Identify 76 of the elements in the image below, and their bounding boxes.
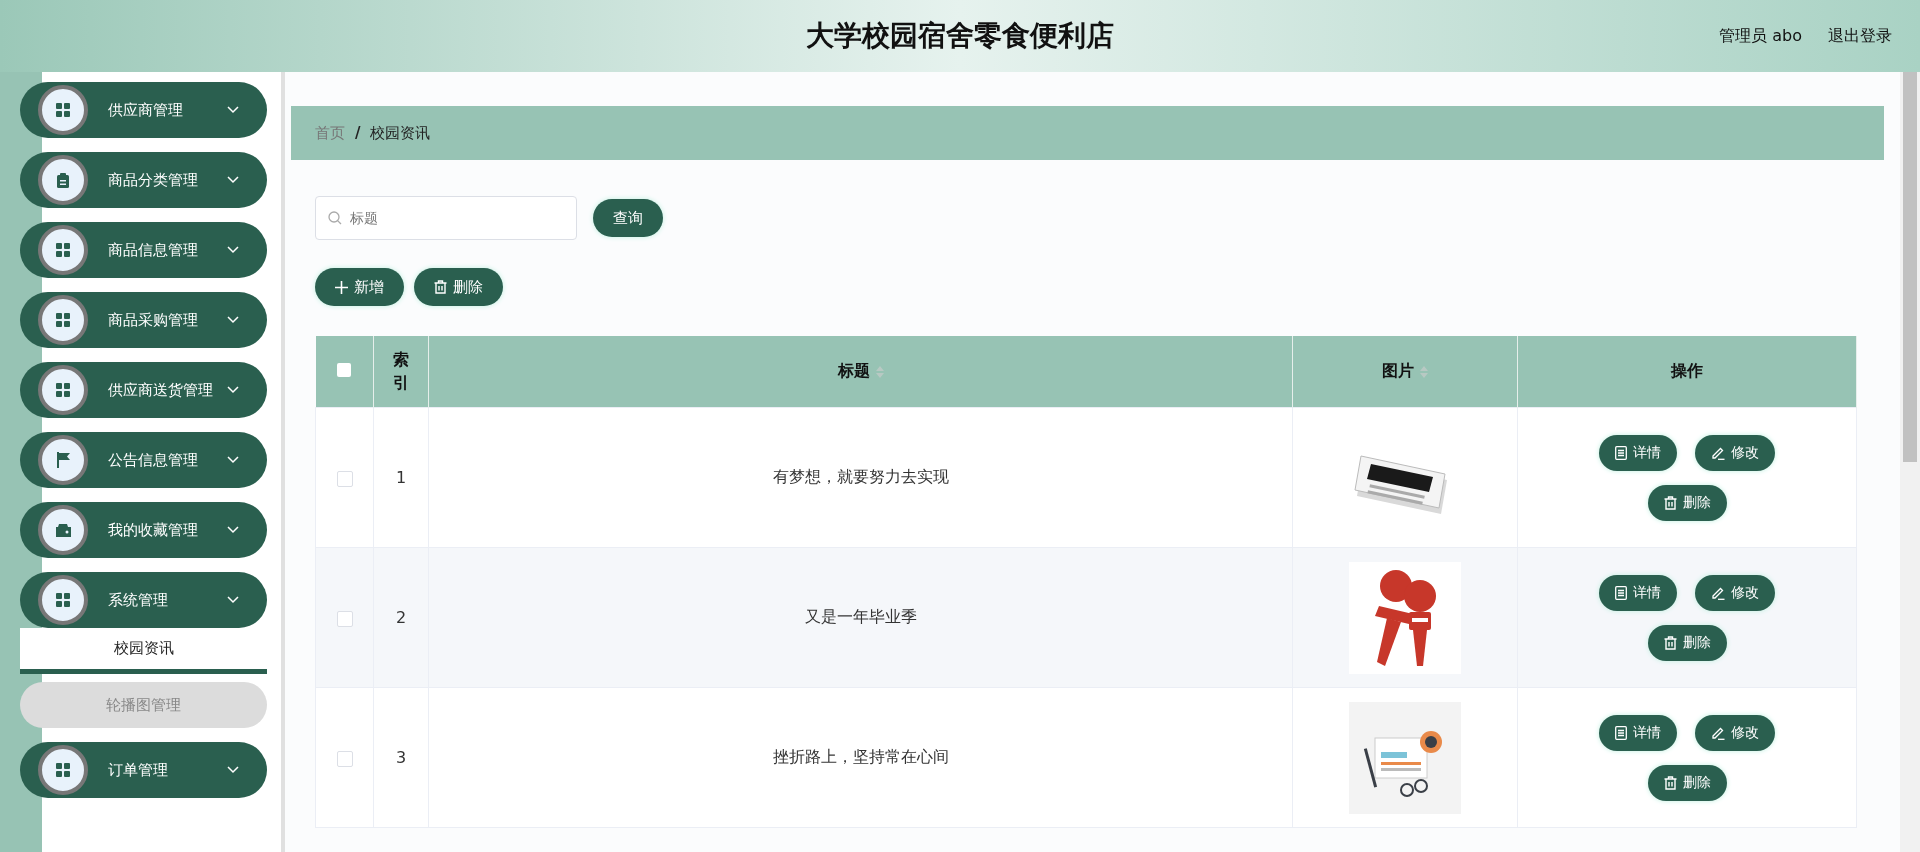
grid-icon [56, 103, 70, 117]
delete-button[interactable]: 删除 [1647, 624, 1727, 661]
clipboard-icon [57, 172, 69, 188]
document-icon [1615, 445, 1627, 460]
grid-icon [56, 313, 70, 327]
row-checkbox[interactable] [336, 610, 353, 627]
details-button[interactable]: 详情 [1599, 714, 1677, 751]
grid-icon [56, 243, 70, 257]
search-button[interactable]: 查询 [593, 199, 663, 237]
sidebar-item[interactable]: 我的收藏管理 [20, 502, 267, 558]
document-icon [1615, 725, 1627, 740]
select-all-checkbox[interactable] [337, 363, 352, 377]
chevron-down-icon [227, 386, 239, 394]
trash-icon [434, 280, 447, 294]
wallet-icon [55, 523, 71, 537]
column-header: 索引 [392, 349, 410, 394]
sidebar-item[interactable]: 商品信息管理 [20, 222, 267, 278]
document-icon [1615, 585, 1627, 600]
delete-button[interactable]: 删除 [1647, 764, 1727, 801]
sidebar-item[interactable]: 供应商送货管理 [20, 362, 267, 418]
news-title: 挫折路上，坚持常在心间 [772, 747, 949, 766]
sidebar-item[interactable]: 商品分类管理 [20, 152, 267, 208]
delete-button[interactable]: 删除 [414, 268, 503, 306]
column-header: 图片 [1382, 361, 1414, 380]
sidebar-item[interactable]: 公告信息管理 [20, 432, 267, 488]
news-title: 有梦想，就要努力去实现 [772, 467, 949, 486]
details-button[interactable]: 详情 [1599, 434, 1677, 471]
app-title: 大学校园宿舍零食便利店 [806, 18, 1114, 54]
breadcrumb-separator: / [355, 124, 361, 142]
chevron-down-icon [227, 766, 239, 774]
chevron-down-icon [227, 106, 239, 114]
flag-icon [56, 452, 70, 468]
scrollbar-thumb[interactable] [1903, 72, 1917, 462]
plus-icon [335, 280, 348, 294]
pencil-icon [1711, 445, 1725, 460]
column-header: 标题 [837, 361, 870, 380]
sidebar-item[interactable]: 订单管理 [20, 742, 267, 798]
chevron-down-icon [227, 316, 239, 324]
edit-button[interactable]: 修改 [1695, 714, 1775, 751]
sort-icon[interactable] [1420, 365, 1428, 378]
chevron-down-icon [227, 246, 239, 254]
trash-icon [1663, 775, 1677, 790]
user-label: 管理员 abo [1719, 25, 1802, 47]
chevron-down-icon [227, 176, 239, 184]
add-button[interactable]: 新增 [315, 268, 404, 306]
logout-link[interactable]: 退出登录 [1828, 25, 1892, 47]
column-header: 操作 [1671, 361, 1703, 380]
sidebar-item[interactable]: 系统管理 [20, 572, 267, 628]
chevron-down-icon [227, 526, 239, 534]
search-field[interactable]: 标题 [315, 196, 577, 240]
row-index: 2 [395, 608, 407, 627]
row-checkbox[interactable] [336, 750, 353, 767]
row-index: 1 [395, 468, 407, 487]
grid-icon [56, 383, 70, 397]
sidebar-item[interactable]: 商品采购管理 [20, 292, 267, 348]
chevron-down-icon [227, 596, 239, 604]
sidebar-item[interactable]: 供应商管理 [20, 82, 267, 138]
sort-icon[interactable] [875, 365, 884, 378]
details-button[interactable]: 详情 [1599, 574, 1677, 611]
pencil-icon [1711, 585, 1725, 600]
trash-icon [1663, 495, 1677, 510]
pencil-icon [1711, 725, 1725, 740]
search-icon [328, 211, 342, 225]
grid-icon [56, 593, 70, 607]
scrollbar[interactable] [1900, 72, 1920, 852]
edit-button[interactable]: 修改 [1695, 574, 1775, 611]
edit-button[interactable]: 修改 [1695, 434, 1775, 471]
trash-icon [1663, 635, 1677, 650]
delete-button[interactable]: 删除 [1647, 484, 1727, 521]
submenu-item[interactable]: 校园资讯 [20, 628, 267, 674]
row-index: 3 [395, 748, 407, 767]
row-checkbox[interactable] [336, 470, 353, 487]
breadcrumb-link[interactable]: 校园资讯 [370, 123, 431, 143]
news-title: 又是一年毕业季 [804, 607, 917, 626]
grid-icon [56, 763, 70, 777]
chevron-down-icon [227, 456, 239, 464]
